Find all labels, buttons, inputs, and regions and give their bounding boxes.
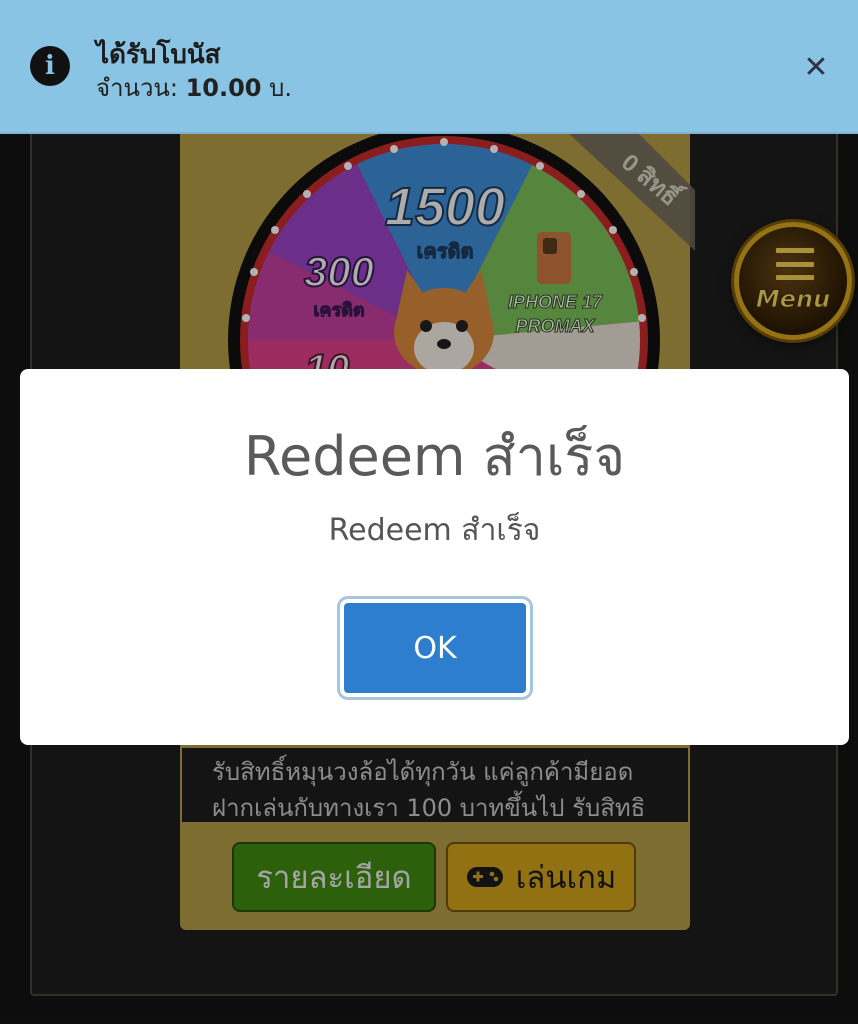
ok-button[interactable]: OK bbox=[340, 599, 530, 697]
success-dialog: Redeem สำเร็จ Redeem สำเร็จ OK bbox=[20, 369, 849, 745]
dialog-message: Redeem สำเร็จ bbox=[328, 513, 541, 548]
dialog-title: Redeem สำเร็จ bbox=[243, 425, 626, 488]
close-icon[interactable]: ✕ bbox=[800, 52, 832, 84]
info-icon: i bbox=[30, 46, 70, 86]
amount-value: 10.00 bbox=[185, 74, 262, 102]
bonus-notification: i ได้รับโบนัส จำนวน: 10.00 บ. ✕ bbox=[0, 0, 858, 134]
amount-label: จำนวน: bbox=[96, 74, 178, 102]
notification-amount: จำนวน: 10.00 บ. bbox=[96, 68, 292, 107]
amount-currency: บ. bbox=[269, 74, 292, 102]
